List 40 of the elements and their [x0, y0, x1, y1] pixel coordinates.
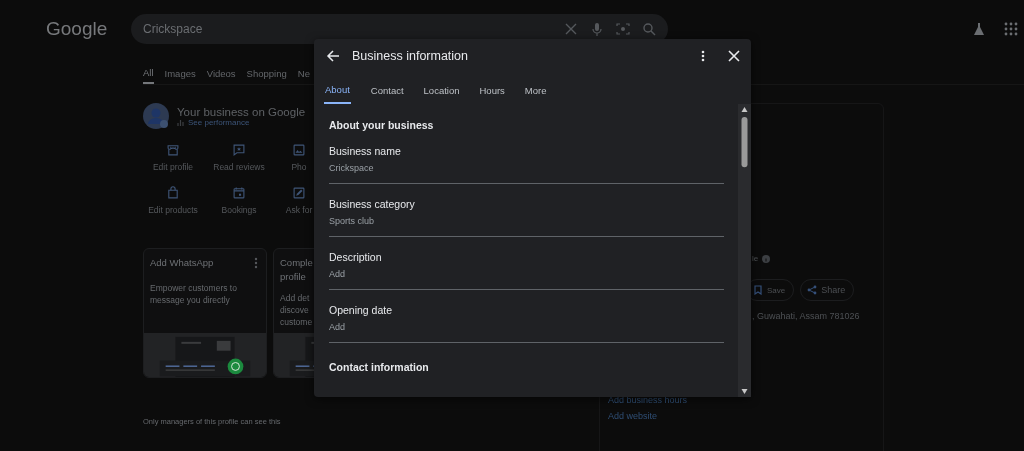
promo-card[interactable]: Add WhatsApp Empower customers to message you directly: [143, 248, 267, 378]
action-button[interactable]: Read reviews: [206, 143, 272, 172]
action-button[interactable]: Bookings: [206, 186, 272, 215]
card-description: Add det discove custome: [280, 292, 313, 328]
field-value[interactable]: Crickspace: [329, 163, 724, 173]
dialog-tab[interactable]: Location: [423, 73, 460, 104]
dialog-tab[interactable]: Hours: [479, 73, 505, 104]
dialog-tab[interactable]: About: [324, 73, 351, 104]
search-tab[interactable]: Ne: [297, 60, 310, 84]
field-label: Opening date: [329, 304, 394, 316]
field-value[interactable]: Add: [329, 269, 724, 279]
field-value[interactable]: Sports club: [329, 216, 724, 226]
card-title: Comple profile: [280, 256, 313, 284]
add-link[interactable]: Add business hours: [608, 395, 883, 405]
search-tab[interactable]: All: [143, 60, 154, 84]
action-button[interactable]: Edit profile: [140, 143, 206, 172]
search-tab[interactable]: Videos: [206, 60, 236, 84]
action-button[interactable]: Pho: [272, 143, 326, 172]
dialog-tab[interactable]: More: [524, 73, 547, 104]
action-button[interactable]: Edit products: [140, 186, 206, 215]
dialog-title: Business information: [352, 49, 469, 63]
section-heading: Contact information: [329, 361, 430, 373]
search-field[interactable]: Crickspace: [143, 22, 564, 36]
dialog-tab[interactable]: Contact: [370, 73, 404, 104]
logo[interactable]: Google: [46, 18, 106, 40]
search-tab[interactable]: Images: [164, 60, 196, 84]
section-heading: About your business: [329, 119, 435, 131]
business-title: Your business on Google: [177, 105, 306, 118]
field-label: Business name: [329, 145, 402, 157]
action-button[interactable]: Ask for: [272, 186, 326, 215]
field-label: Business category: [329, 198, 416, 210]
add-link[interactable]: Add website: [608, 411, 883, 421]
search-tab[interactable]: Shopping: [246, 60, 287, 84]
search-bar[interactable]: Crickspace: [131, 14, 668, 44]
performance-link[interactable]: See performance: [188, 117, 250, 127]
card-description: Empower customers to message you directly: [150, 282, 237, 306]
field-value[interactable]: Add: [329, 322, 724, 332]
card-title: Add WhatsApp: [150, 256, 214, 270]
field-label: Description: [329, 251, 383, 263]
address-text: , Guwahati, Assam 781026: [751, 311, 861, 321]
